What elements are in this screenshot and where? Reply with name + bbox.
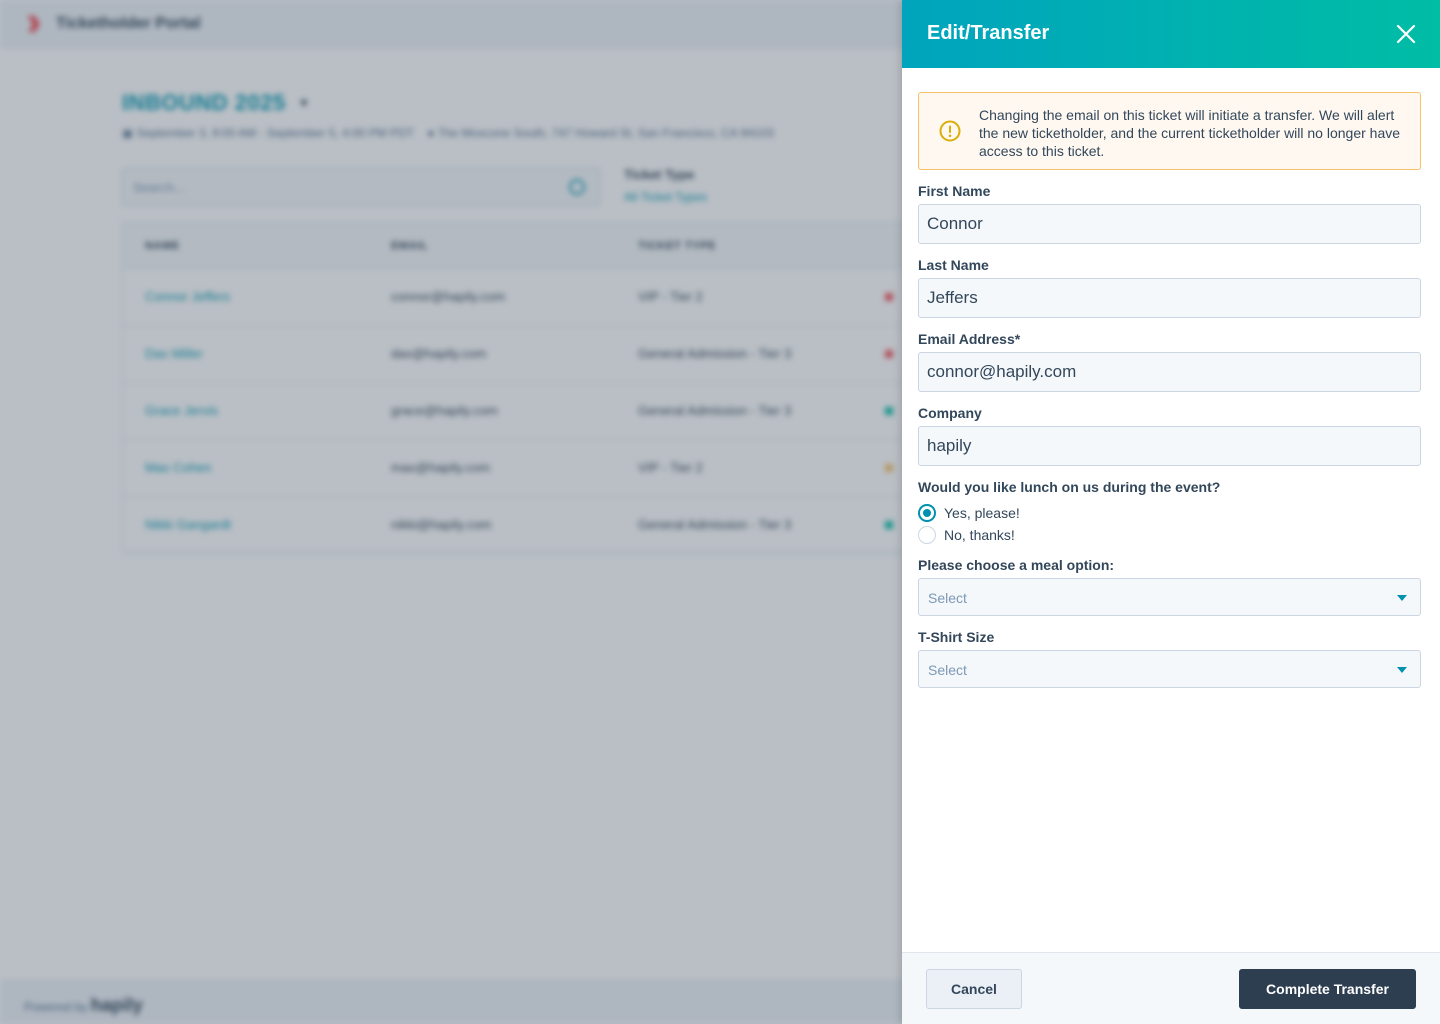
tshirt-size-label: T-Shirt Size xyxy=(918,629,995,645)
meal-option-label: Please choose a meal option: xyxy=(918,557,1115,573)
panel-footer: Cancel Complete Transfer xyxy=(902,952,1440,1024)
panel-title: Edit/Transfer xyxy=(927,22,1050,44)
complete-transfer-button[interactable]: Complete Transfer xyxy=(1239,969,1416,1009)
email-label: Email Address* xyxy=(918,331,1021,347)
company-field[interactable] xyxy=(918,426,1421,466)
chevron-down-icon xyxy=(1397,595,1407,601)
tshirt-size-select[interactable]: Select xyxy=(918,650,1421,688)
edit-transfer-panel: Edit/Transfer Changing the email on this… xyxy=(902,0,1440,1024)
radio-button-checked[interactable] xyxy=(918,504,936,522)
first-name-label: First Name xyxy=(918,183,991,199)
chevron-down-icon xyxy=(1397,667,1407,673)
email-field[interactable] xyxy=(918,352,1421,392)
last-name-label: Last Name xyxy=(918,257,989,273)
transfer-warning-alert: Changing the email on this ticket will i… xyxy=(918,92,1421,170)
tshirt-size-value: Select xyxy=(928,662,967,678)
warning-icon xyxy=(939,120,961,142)
close-icon[interactable] xyxy=(1392,20,1420,48)
radio-button[interactable] xyxy=(918,526,936,544)
lunch-option-no[interactable]: No, thanks! xyxy=(918,525,1015,545)
cancel-button[interactable]: Cancel xyxy=(926,969,1022,1009)
first-name-field[interactable] xyxy=(918,204,1421,244)
lunch-option-no-label: No, thanks! xyxy=(944,527,1015,543)
panel-header: Edit/Transfer xyxy=(902,0,1440,68)
lunch-question-label: Would you like lunch on us during the ev… xyxy=(918,479,1221,495)
meal-option-value: Select xyxy=(928,590,967,606)
last-name-field[interactable] xyxy=(918,278,1421,318)
meal-option-select[interactable]: Select xyxy=(918,578,1421,616)
alert-message: Changing the email on this ticket will i… xyxy=(979,107,1401,159)
company-label: Company xyxy=(918,405,982,421)
lunch-option-yes-label: Yes, please! xyxy=(944,505,1020,521)
lunch-option-yes[interactable]: Yes, please! xyxy=(918,503,1020,523)
